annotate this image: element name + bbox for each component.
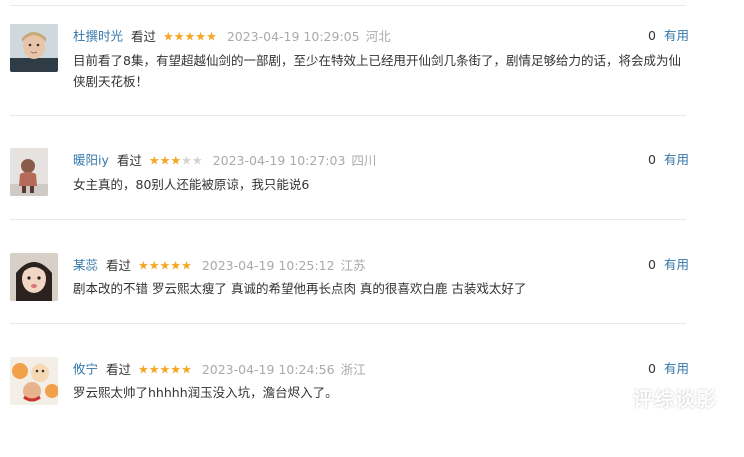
review-time: 2023-04-19 10:24:56	[201, 361, 335, 377]
watch-status: 看过	[106, 257, 132, 273]
review-time: 2023-04-19 10:25:12	[201, 257, 335, 273]
divider	[10, 219, 686, 220]
star-filled-icon: ★	[159, 153, 171, 168]
username-link[interactable]: 暖阳iy	[73, 153, 109, 168]
star-filled-icon: ★	[148, 362, 160, 377]
review-item: 暖阳iy 看过 ★★★★★ 2023-04-19 10:27:03 四川 0 有…	[0, 148, 700, 248]
useful-vote: 0 有用	[648, 150, 689, 170]
review-item: 攸宁 看过 ★★★★★ 2023-04-19 10:24:56 浙江 0 有用 …	[0, 357, 700, 457]
review-time: 2023-04-19 10:29:05	[226, 28, 360, 44]
avatar[interactable]	[10, 357, 58, 405]
useful-vote: 0 有用	[648, 26, 689, 46]
star-filled-icon: ★	[173, 29, 185, 44]
star-rating: ★★★★★	[163, 26, 217, 47]
star-filled-icon: ★	[195, 29, 207, 44]
watermark: 评综谈影	[633, 387, 717, 411]
star-filled-icon: ★	[181, 258, 192, 273]
divider	[10, 5, 686, 6]
username-link[interactable]: 某蕊	[73, 258, 98, 273]
review-item: 杜撰时光 看过 ★★★★★ 2023-04-19 10:29:05 河北 0 有…	[0, 24, 700, 124]
star-empty-icon: ★	[181, 153, 192, 168]
useful-count: 0	[648, 361, 656, 376]
useful-button[interactable]: 有用	[664, 28, 689, 43]
star-rating: ★★★★★	[138, 359, 192, 380]
star-filled-icon: ★	[148, 258, 160, 273]
star-filled-icon: ★	[170, 258, 182, 273]
avatar[interactable]	[10, 253, 58, 301]
star-filled-icon: ★	[170, 153, 182, 168]
username-link[interactable]: 杜撰时光	[73, 29, 123, 44]
review-region: 江苏	[340, 257, 366, 273]
star-filled-icon: ★	[206, 29, 217, 44]
review-meta: 暖阳iy 看过 ★★★★★ 2023-04-19 10:27:03 四川	[73, 150, 376, 170]
username-link[interactable]: 攸宁	[73, 362, 98, 377]
useful-button[interactable]: 有用	[664, 361, 689, 376]
review-region: 河北	[365, 28, 391, 44]
useful-count: 0	[648, 257, 656, 272]
useful-vote: 0 有用	[648, 255, 689, 275]
useful-button[interactable]: 有用	[664, 152, 689, 167]
watch-status: 看过	[131, 28, 157, 44]
divider	[10, 115, 686, 116]
avatar[interactable]	[10, 148, 48, 196]
review-region: 浙江	[340, 361, 366, 377]
review-meta: 杜撰时光 看过 ★★★★★ 2023-04-19 10:29:05 河北	[73, 26, 391, 46]
star-filled-icon: ★	[163, 29, 174, 44]
star-filled-icon: ★	[159, 362, 171, 377]
useful-vote: 0 有用	[648, 359, 689, 379]
useful-count: 0	[648, 28, 656, 43]
star-empty-icon: ★	[191, 153, 203, 168]
star-rating: ★★★★★	[138, 255, 192, 276]
watch-status: 看过	[106, 361, 132, 377]
avatar[interactable]	[10, 24, 58, 72]
review-text: 目前看了8集，有望超越仙剑的一部剧，至少在特效上已经甩开仙剑几条街了，剧情足够给…	[73, 53, 681, 89]
star-rating: ★★★★★	[149, 150, 203, 171]
review-region: 四川	[351, 152, 377, 168]
star-filled-icon: ★	[138, 362, 149, 377]
star-filled-icon: ★	[159, 258, 171, 273]
star-filled-icon: ★	[170, 362, 182, 377]
review-meta: 攸宁 看过 ★★★★★ 2023-04-19 10:24:56 浙江	[73, 359, 366, 379]
star-filled-icon: ★	[184, 29, 196, 44]
review-item: 某蕊 看过 ★★★★★ 2023-04-19 10:25:12 江苏 0 有用 …	[0, 253, 700, 353]
star-filled-icon: ★	[138, 258, 149, 273]
useful-button[interactable]: 有用	[664, 257, 689, 272]
watch-status: 看过	[116, 152, 142, 168]
useful-count: 0	[648, 152, 656, 167]
divider	[10, 323, 686, 324]
review-text: 剧本改的不错 罗云熙太瘦了 真诚的希望他再长点肉 真的很喜欢白鹿 古装戏太好了	[73, 281, 527, 296]
review-time: 2023-04-19 10:27:03	[212, 152, 346, 168]
review-text: 罗云熙太帅了hhhhh润玉没入坑，澹台烬入了。	[73, 385, 338, 400]
star-filled-icon: ★	[148, 153, 160, 168]
review-meta: 某蕊 看过 ★★★★★ 2023-04-19 10:25:12 江苏	[73, 255, 366, 275]
star-filled-icon: ★	[181, 362, 192, 377]
review-text: 女主真的，80别人还能被原谅，我只能说6	[73, 177, 310, 192]
review-list: 杜撰时光 看过 ★★★★★ 2023-04-19 10:29:05 河北 0 有…	[0, 0, 744, 425]
